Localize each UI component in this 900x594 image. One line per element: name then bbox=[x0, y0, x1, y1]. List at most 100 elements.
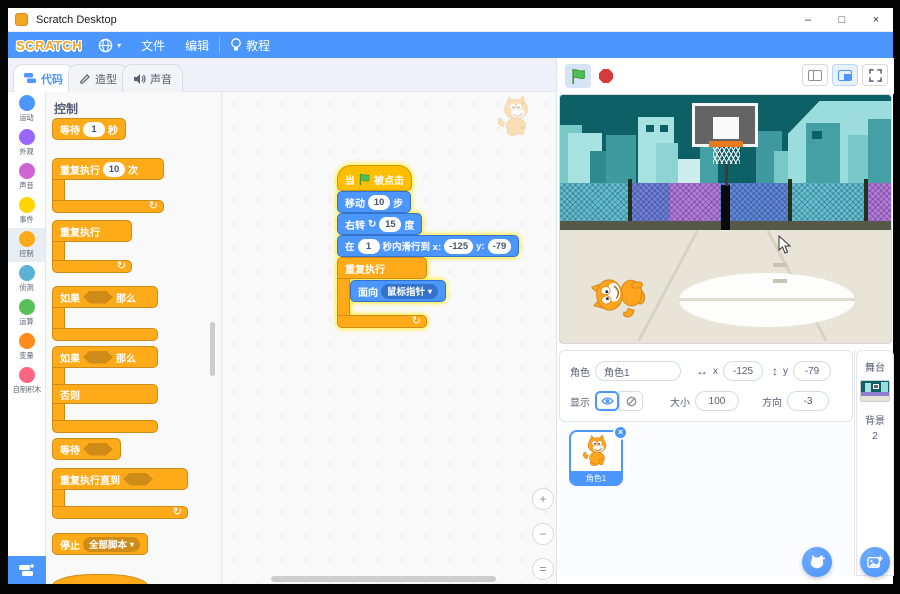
category-variables[interactable]: 变量 bbox=[8, 330, 45, 364]
add-sprite-button[interactable] bbox=[802, 547, 832, 577]
palette-block-wait[interactable]: 等待1秒 bbox=[52, 118, 126, 140]
x-position-input[interactable]: -125 bbox=[723, 361, 763, 381]
building bbox=[656, 143, 678, 183]
sprite-name-input[interactable]: 角色1 bbox=[595, 361, 681, 381]
backdrops-label: 背景 bbox=[857, 412, 893, 427]
hide-sprite-button[interactable] bbox=[619, 391, 643, 411]
stop-option-dropdown[interactable]: 全部脚本▾ bbox=[83, 537, 140, 552]
script-block-point-towards[interactable]: 面向 鼠标指针▾ bbox=[350, 280, 446, 302]
eye-slash-icon bbox=[625, 396, 638, 407]
palette-block-repeat-until[interactable]: 重复执行直到 ↻ bbox=[52, 468, 188, 519]
sprite-card-selected[interactable]: 角色1 × bbox=[569, 430, 623, 486]
boolean-slot[interactable] bbox=[123, 473, 153, 486]
palette-block-stop[interactable]: 停止 全部脚本▾ bbox=[52, 533, 148, 555]
number-input[interactable]: 1 bbox=[83, 122, 105, 137]
close-button[interactable]: × bbox=[859, 8, 893, 32]
small-stage-icon bbox=[808, 70, 822, 81]
operators-color-dot bbox=[19, 299, 35, 315]
building bbox=[848, 135, 868, 183]
palette-block-if-else[interactable]: 如果那么 否则 bbox=[52, 346, 158, 433]
motion-color-dot bbox=[19, 95, 35, 111]
boolean-slot[interactable] bbox=[83, 443, 113, 456]
hoop-pole bbox=[721, 185, 730, 230]
large-stage-button[interactable] bbox=[832, 64, 858, 86]
chevron-down-icon: ▾ bbox=[428, 287, 432, 296]
title-bar: Scratch Desktop – □ × bbox=[8, 8, 893, 32]
scratch-window: Scratch Desktop – □ × SCRATCH ▾ 文件 编辑 教程 bbox=[8, 8, 893, 584]
stage-controls bbox=[557, 58, 894, 94]
category-operators[interactable]: 运算 bbox=[8, 296, 45, 330]
window-title: Scratch Desktop bbox=[36, 14, 117, 26]
turn-clockwise-icon: ↻ bbox=[368, 219, 376, 230]
add-extension-button[interactable] bbox=[8, 556, 46, 584]
delete-sprite-badge[interactable]: × bbox=[613, 425, 628, 440]
myblocks-color-dot bbox=[19, 367, 35, 383]
building bbox=[868, 119, 892, 183]
script-area[interactable]: 当 被点击 移动10步 右转↻15度 在1秒内滑行到 x:-125y:-79 bbox=[222, 92, 556, 584]
x-axis-icon: ↔ bbox=[696, 364, 708, 378]
small-stage-button[interactable] bbox=[802, 64, 828, 86]
script-block-when-flag-clicked[interactable]: 当 被点击 bbox=[337, 165, 412, 191]
menu-edit[interactable]: 编辑 bbox=[175, 32, 219, 58]
backdrop-thumbnail[interactable] bbox=[860, 380, 890, 402]
menu-file[interactable]: 文件 bbox=[131, 32, 175, 58]
cat-sprite[interactable] bbox=[590, 263, 653, 326]
y-label: y bbox=[783, 366, 788, 377]
running-script[interactable]: 当 被点击 移动10步 右转↻15度 在1秒内滑行到 x:-125y:-79 bbox=[337, 165, 537, 335]
direction-input[interactable]: -3 bbox=[787, 391, 829, 411]
menu-tutorials[interactable]: 教程 bbox=[220, 32, 280, 58]
category-sound[interactable]: 声音 bbox=[8, 160, 45, 194]
maximize-button[interactable]: □ bbox=[825, 8, 859, 32]
fullscreen-button[interactable] bbox=[862, 64, 888, 86]
category-looks[interactable]: 外观 bbox=[8, 126, 45, 160]
tab-costumes[interactable]: 造型 bbox=[68, 64, 128, 92]
point-target-dropdown[interactable]: 鼠标指针▾ bbox=[381, 284, 438, 299]
y-position-input[interactable]: -79 bbox=[793, 361, 831, 381]
show-sprite-button[interactable] bbox=[595, 391, 619, 411]
number-input[interactable]: 1 bbox=[358, 239, 380, 254]
number-input[interactable]: -79 bbox=[488, 239, 512, 254]
category-sensing[interactable]: 侦测 bbox=[8, 262, 45, 296]
mouse-cursor bbox=[778, 235, 791, 254]
script-block-move[interactable]: 移动10步 bbox=[337, 191, 411, 213]
court-dash bbox=[773, 263, 787, 267]
script-horizontal-scrollbar[interactable] bbox=[271, 576, 496, 582]
number-input[interactable]: 15 bbox=[379, 217, 401, 232]
palette-block-wait-until[interactable]: 等待 bbox=[52, 438, 121, 460]
zoom-reset-button[interactable]: = bbox=[532, 558, 554, 580]
palette-block-if[interactable]: 如果那么 bbox=[52, 286, 158, 341]
minimize-button[interactable]: – bbox=[791, 8, 825, 32]
palette-block-forever[interactable]: 重复执行 ↻ bbox=[52, 220, 132, 273]
number-input[interactable]: 10 bbox=[103, 162, 125, 177]
category-control[interactable]: 控制 bbox=[8, 228, 45, 262]
palette-block-clone-hat-partial[interactable] bbox=[52, 574, 148, 584]
menu-bar: SCRATCH ▾ 文件 编辑 教程 bbox=[8, 32, 893, 58]
language-selector[interactable]: ▾ bbox=[88, 32, 131, 58]
number-input[interactable]: -125 bbox=[444, 239, 473, 254]
tab-sounds[interactable]: 声音 bbox=[122, 64, 183, 92]
add-backdrop-button[interactable] bbox=[860, 547, 890, 577]
size-input[interactable]: 100 bbox=[695, 391, 739, 411]
zoom-out-button[interactable]: − bbox=[532, 523, 554, 545]
number-input[interactable]: 10 bbox=[368, 195, 390, 210]
boolean-slot[interactable] bbox=[83, 351, 113, 364]
green-flag-button[interactable] bbox=[565, 64, 591, 88]
loop-arrow-icon: ↻ bbox=[149, 201, 158, 212]
palette-block-repeat[interactable]: 重复执行10次 ↻ bbox=[52, 158, 164, 213]
category-motion[interactable]: 运动 bbox=[8, 92, 45, 126]
fence-post bbox=[628, 179, 632, 223]
speaker-icon bbox=[133, 73, 146, 85]
stop-button[interactable] bbox=[593, 64, 619, 88]
script-block-glide[interactable]: 在1秒内滑行到 x:-125y:-79 bbox=[337, 235, 519, 257]
zoom-in-button[interactable]: + bbox=[532, 488, 554, 510]
stage[interactable] bbox=[559, 94, 892, 344]
boolean-slot[interactable] bbox=[83, 291, 113, 304]
sensing-color-dot bbox=[19, 265, 35, 281]
script-block-turn-right[interactable]: 右转↻15度 bbox=[337, 213, 422, 235]
category-myblocks[interactable]: 自制积木 bbox=[8, 364, 45, 398]
chevron-down-icon: ▾ bbox=[117, 41, 121, 50]
category-events[interactable]: 事件 bbox=[8, 194, 45, 228]
tab-code[interactable]: 代码 bbox=[13, 64, 74, 92]
stage-backdrop-panel[interactable]: 舞台 背景 2 bbox=[856, 350, 894, 576]
palette-scrollbar[interactable] bbox=[210, 322, 215, 376]
